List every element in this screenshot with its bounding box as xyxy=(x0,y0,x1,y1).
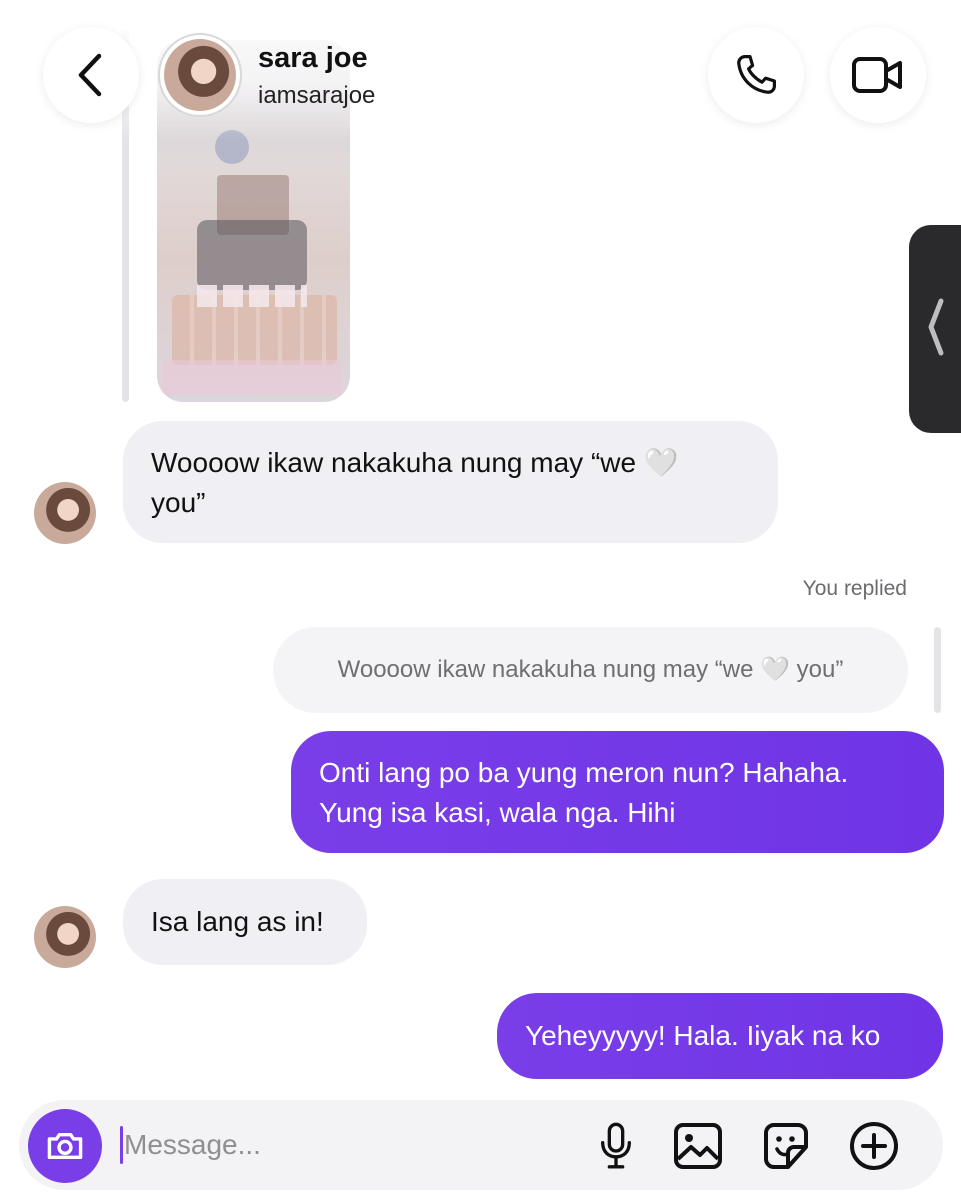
white-heart-icon: 🤍 xyxy=(760,656,790,683)
chevron-left-icon xyxy=(78,53,102,97)
contact-avatar[interactable] xyxy=(158,33,242,117)
reply-quote[interactable]: Woooow ikaw nakakuha nung may “we 🤍 you” xyxy=(273,627,908,713)
message-text: Onti lang po ba yung meron nun? Hahaha. xyxy=(319,757,849,788)
voice-call-button[interactable] xyxy=(708,27,804,123)
message-text: Isa lang as in! xyxy=(151,906,324,937)
message-text: Woooow ikaw nakakuha nung may “we 🤍 xyxy=(151,447,679,478)
video-camera-icon xyxy=(852,57,902,93)
plus-icon xyxy=(850,1122,898,1170)
message-text: Yeheyyyyy! Hala. Iiyak na ko xyxy=(525,1020,881,1051)
microphone-icon xyxy=(601,1122,631,1169)
voice-message-button[interactable] xyxy=(588,1118,644,1174)
message-bubble-outgoing[interactable]: Onti lang po ba yung meron nun? Hahaha. … xyxy=(291,731,944,853)
back-button[interactable] xyxy=(43,27,139,123)
camera-icon xyxy=(47,1132,83,1160)
white-heart-icon: 🤍 xyxy=(643,447,679,478)
side-panel-handle[interactable] xyxy=(909,225,961,433)
more-options-button[interactable] xyxy=(846,1118,902,1174)
story-jars xyxy=(197,285,307,307)
contact-name[interactable]: sara joe xyxy=(258,42,368,75)
sender-avatar[interactable] xyxy=(34,906,96,968)
video-call-button[interactable] xyxy=(830,27,926,123)
sticker-button[interactable] xyxy=(758,1118,814,1174)
message-bubble-incoming[interactable]: Isa lang as in! xyxy=(123,879,367,965)
message-bubble-incoming[interactable]: Woooow ikaw nakakuha nung may “we 🤍 you” xyxy=(123,421,778,543)
reply-quote-bar xyxy=(934,627,941,713)
camera-button[interactable] xyxy=(28,1109,102,1183)
phone-icon xyxy=(737,55,776,94)
story-shirt xyxy=(197,220,307,290)
sticker-icon xyxy=(764,1123,808,1169)
replied-label: You replied xyxy=(802,577,907,600)
contact-avatar-image xyxy=(164,39,236,111)
story-photocards xyxy=(162,360,342,395)
message-input[interactable] xyxy=(124,1120,564,1170)
text-cursor xyxy=(120,1126,123,1164)
contact-handle[interactable]: iamsarajoe xyxy=(258,82,375,110)
chevron-left-icon xyxy=(928,298,944,356)
gallery-icon xyxy=(674,1123,722,1169)
message-text-continued: you” xyxy=(151,487,206,518)
message-bubble-outgoing[interactable]: Yeheyyyyy! Hala. Iiyak na ko xyxy=(497,993,943,1079)
header-background xyxy=(0,0,961,140)
message-text-continued: Yung isa kasi, wala nga. Hihi xyxy=(319,797,676,828)
gallery-button[interactable] xyxy=(670,1118,726,1174)
sender-avatar[interactable] xyxy=(34,482,96,544)
